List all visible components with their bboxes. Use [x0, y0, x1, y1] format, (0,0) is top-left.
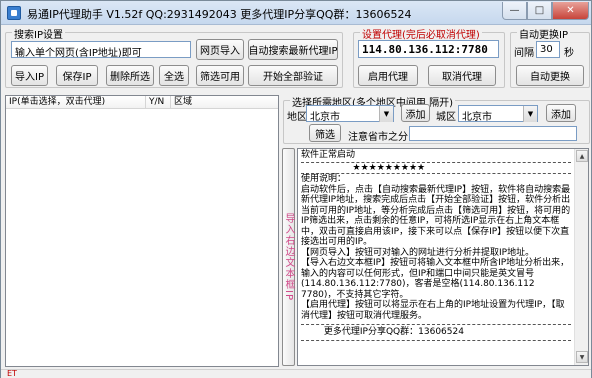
auto-change-group-title: 自动更换IP: [517, 26, 570, 41]
chevron-down-icon: ▼: [523, 106, 537, 122]
region-select[interactable]: 北京市 ▼: [306, 105, 394, 123]
save-ip-button[interactable]: 保存IP: [56, 65, 98, 86]
url-input[interactable]: 输入单个网页(含IP地址)即可: [11, 41, 191, 58]
maximize-button[interactable]: □: [527, 2, 552, 20]
region-filter-input[interactable]: [409, 126, 577, 141]
title-bar: 易通IP代理助手 V1.52f QQ:2931492043 更多代理IP分享QQ…: [1, 1, 591, 25]
add-region-button[interactable]: 添加: [401, 104, 430, 122]
scroll-down-icon[interactable]: ▼: [576, 351, 588, 363]
enable-proxy-button[interactable]: 启用代理: [358, 65, 418, 86]
filter-usable-button[interactable]: 筛选可用: [196, 65, 244, 86]
window-title: 易通IP代理助手 V1.52f QQ:2931492043 更多代理IP分享QQ…: [27, 8, 412, 21]
ip-list[interactable]: IP(单击选择，双击代理) Y/N 区域: [5, 95, 279, 367]
city-select[interactable]: 北京市 ▼: [458, 105, 538, 123]
note-label: 注意省市之分: [348, 132, 408, 143]
log-line: 【导入右边文本框IP】按钮可将输入文本框中所含IP地址分析出来，输入的内容可以任…: [301, 258, 570, 300]
log-line: 更多代理IP分享QQ群：13606524: [301, 324, 571, 341]
add-city-button[interactable]: 添加: [546, 104, 576, 122]
minimize-button[interactable]: —: [502, 2, 527, 20]
log-line: 使用说明：: [301, 173, 571, 185]
select-all-button[interactable]: 全选: [159, 65, 189, 86]
interval-label: 间隔: [514, 48, 534, 59]
log-line: 软件正常启动: [301, 150, 356, 160]
interval-input[interactable]: 30: [536, 41, 560, 58]
city-select-value: 北京市: [462, 112, 492, 123]
proxy-ip-input[interactable]: 114.80.136.112:7780: [358, 40, 499, 58]
region-label: 地区: [287, 112, 307, 123]
page-import-button[interactable]: 网页导入: [196, 39, 244, 60]
search-ip-group-title: 搜索IP设置: [12, 26, 65, 41]
app-window: 易通IP代理助手 V1.52f QQ:2931492043 更多代理IP分享QQ…: [0, 0, 592, 378]
status-bar: ET: [1, 369, 591, 378]
scroll-up-icon[interactable]: ▲: [576, 150, 588, 162]
app-icon: [7, 6, 21, 20]
proxy-settings-group-title: 设置代理(完后必取消代理): [360, 26, 482, 41]
log-line: 【启用代理】按钮可以将显示在右上角的IP地址设置为代理IP，【取消代理】按钮可取…: [301, 300, 565, 321]
column-header-ip[interactable]: IP(单击选择，双击代理): [6, 96, 146, 109]
interval-unit-label: 秒: [564, 48, 574, 59]
log-line: 【网页导入】按钮可对输入的网址进行分析并提取IP地址。: [301, 247, 535, 258]
filter-region-button[interactable]: 筛选: [309, 124, 341, 142]
city-label: 城区: [436, 112, 456, 123]
auto-change-button[interactable]: 自动更换: [516, 65, 584, 86]
import-ip-button[interactable]: 导入IP: [11, 65, 48, 86]
status-text: ET: [7, 369, 17, 378]
start-verify-button[interactable]: 开始全部验证: [248, 65, 338, 86]
log-line: 启动软件后，点击【自动搜索最新代理IP】按钮，软件将自动搜索最新代理IP地址，搜…: [301, 184, 571, 248]
close-button[interactable]: ✕: [552, 2, 589, 20]
ip-list-header: IP(单击选择，双击代理) Y/N 区域: [6, 96, 278, 109]
log-scrollbar[interactable]: ▲ ▼: [574, 149, 588, 365]
delete-selected-button[interactable]: 删除所选: [106, 65, 154, 86]
log-line: ★★★★★★★★★: [301, 161, 571, 174]
auto-search-button[interactable]: 自动搜索最新代理IP: [248, 39, 338, 60]
region-select-value: 北京市: [310, 112, 340, 123]
column-header-yn[interactable]: Y/N: [146, 96, 171, 109]
import-textbox-ip-button[interactable]: 导入右边文本框IP: [282, 148, 295, 366]
column-header-region[interactable]: 区域: [171, 96, 278, 109]
cancel-proxy-button[interactable]: 取消代理: [428, 65, 496, 86]
log-content: 软件正常启动 ★★★★★★★★★ 使用说明： 启动软件后，点击【自动搜索最新代理…: [298, 149, 574, 365]
chevron-down-icon: ▼: [379, 106, 393, 122]
import-textbox-ip-label: 导入右边文本框IP: [283, 213, 294, 301]
